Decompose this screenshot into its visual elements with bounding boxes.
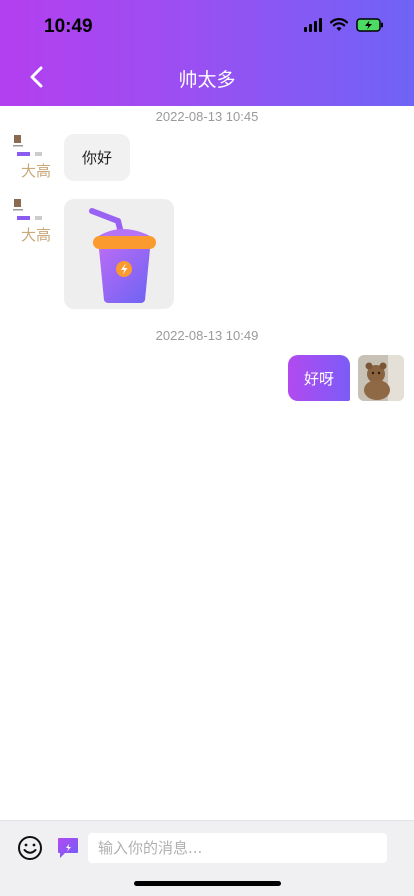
quick-message-icon <box>58 838 78 858</box>
message-input[interactable] <box>88 833 387 863</box>
svg-text:大高: 大高 <box>21 162 51 180</box>
contact-avatar[interactable]: 大高 <box>10 198 56 244</box>
message-timestamp: 2022-08-13 10:45 <box>155 109 259 124</box>
message-bubble-text[interactable]: 你好 <box>64 134 130 181</box>
message-bubble-text[interactable]: 好呀 <box>287 355 350 401</box>
drink-cup-icon <box>89 208 156 303</box>
page-title: 帅太多 <box>178 69 236 91</box>
home-indicator <box>134 881 281 886</box>
status-icons <box>304 18 384 32</box>
message-image-sticker[interactable] <box>64 199 174 309</box>
emoji-icon <box>18 836 42 860</box>
message-list[interactable]: 2022-08-13 10:45 大高 你好 大高 2022-08-13 10:… <box>0 106 414 820</box>
chat-screen: 10:49 帅太多 2022-08-13 10:45 大高 你好 大高 2022… <box>0 0 414 896</box>
quick-message-button[interactable] <box>56 836 80 860</box>
contact-avatar[interactable]: 大高 <box>10 134 56 180</box>
message-input-bar <box>0 820 414 896</box>
my-avatar[interactable] <box>358 355 404 401</box>
battery-charging-icon <box>356 18 384 32</box>
wifi-icon <box>330 18 348 32</box>
signal-icon <box>304 18 322 32</box>
emoji-button[interactable] <box>17 835 43 861</box>
header-bar: 10:49 帅太多 <box>0 0 414 106</box>
status-time: 10:49 <box>44 16 93 37</box>
svg-text:大高: 大高 <box>21 226 51 244</box>
message-timestamp: 2022-08-13 10:49 <box>155 328 259 343</box>
